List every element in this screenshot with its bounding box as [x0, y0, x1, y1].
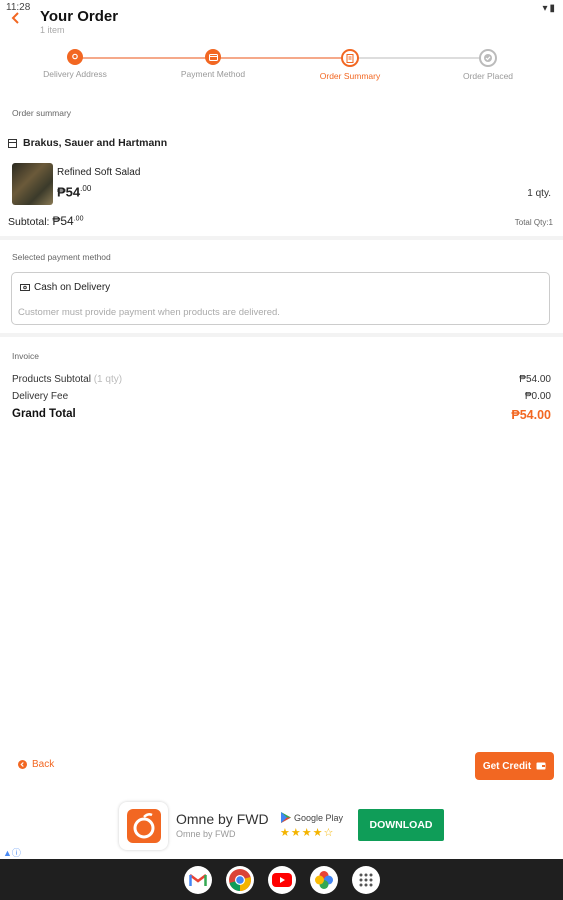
step-label: Delivery Address — [43, 69, 107, 79]
divider — [0, 333, 563, 337]
ad-app-name[interactable]: Omne by FWD — [176, 811, 269, 827]
product-name: Refined Soft Salad — [57, 167, 141, 178]
subtotal: Subtotal: ₱54.00 — [8, 214, 83, 228]
ad-info-icon[interactable]: ▲ⓘ — [3, 846, 21, 859]
check-icon — [479, 49, 497, 67]
product-price-main: ₱54 — [57, 184, 81, 200]
ad-developer: Omne by FWD — [176, 829, 236, 839]
step-label: Payment Method — [180, 69, 246, 79]
order-summary-label: Order summary — [12, 108, 72, 118]
step-label: Order Placed — [462, 71, 514, 81]
step-order-summary: Order Summary — [285, 46, 415, 81]
gmail-icon[interactable] — [183, 865, 212, 894]
chevron-left-circle-icon — [18, 760, 27, 769]
total-qty: Total Qty:1 — [514, 218, 553, 227]
ad-app-logo[interactable] — [119, 802, 168, 850]
step-order-placed: Order Placed — [423, 46, 553, 81]
step-delivery-address: Delivery Address — [10, 46, 140, 79]
grand-total-label: Grand Total — [12, 408, 76, 420]
status-icons: ▾▮ — [542, 3, 557, 14]
google-play-badge: Google Play — [281, 812, 343, 823]
chrome-icon[interactable] — [225, 865, 254, 894]
subtotal-cents: .00 — [73, 215, 84, 223]
youtube-icon[interactable] — [267, 865, 296, 894]
back-arrow-icon[interactable] — [8, 10, 24, 26]
product-price-cents: .00 — [80, 184, 92, 193]
products-subtotal-label: Products Subtotal — [12, 374, 91, 385]
card-icon — [205, 49, 221, 65]
taskbar — [0, 859, 563, 900]
get-credit-button[interactable]: Get Credit — [475, 752, 554, 780]
get-credit-label: Get Credit — [482, 760, 532, 772]
battery-icon: ▮ — [549, 3, 557, 14]
delivery-fee-value: ₱0.00 — [524, 391, 551, 402]
ad-rating-stars: ★★★★☆ — [280, 827, 335, 839]
receipt-icon — [341, 49, 359, 67]
step-payment-method: Payment Method — [148, 46, 278, 79]
item-count: 1 item — [40, 25, 65, 35]
delivery-fee-label: Delivery Fee — [12, 391, 69, 402]
payment-method-label: Selected payment method — [12, 252, 111, 262]
back-button[interactable]: Back — [18, 759, 54, 770]
store-icon — [8, 138, 17, 148]
photos-icon[interactable] — [309, 865, 338, 894]
invoice-label: Invoice — [12, 351, 39, 361]
products-subtotal-row: Products Subtotal (1 qty) ₱54.00 — [12, 374, 551, 385]
products-subtotal-value: ₱54.00 — [519, 374, 551, 385]
products-subtotal-label-group: Products Subtotal (1 qty) — [12, 374, 122, 385]
store-name: Brakus, Sauer and Hartmann — [8, 137, 167, 149]
store-name-text: Brakus, Sauer and Hartmann — [23, 137, 168, 149]
cash-icon — [20, 284, 30, 291]
page-title: Your Order — [40, 8, 119, 25]
grand-total-row: Grand Total ₱54.00 — [12, 408, 551, 422]
payment-method-card: Cash on Delivery Customer must provide p… — [11, 272, 550, 325]
ad-download-button[interactable]: DOWNLOAD — [358, 809, 444, 841]
location-icon — [67, 49, 83, 65]
grand-total-value: ₱54.00 — [511, 408, 551, 422]
google-play-icon — [281, 812, 291, 823]
payment-method-description: Customer must provide payment when produ… — [18, 307, 280, 318]
back-button-label: Back — [32, 759, 55, 770]
product-thumbnail — [12, 163, 53, 205]
google-play-label: Google Play — [294, 812, 344, 823]
wallet-icon — [536, 762, 546, 770]
products-subtotal-qty: (1 qty) — [93, 374, 123, 385]
product-price: ₱54.00 — [57, 184, 91, 199]
omne-logo-icon — [126, 809, 161, 843]
delivery-fee-row: Delivery Fee ₱0.00 — [12, 391, 551, 402]
product-qty: 1 qty. — [527, 188, 551, 199]
payment-method-name: Cash on Delivery — [34, 282, 111, 293]
step-label: Order Summary — [319, 71, 381, 81]
app-drawer-icon[interactable] — [351, 865, 380, 894]
payment-method-title: Cash on Delivery — [20, 282, 110, 293]
divider — [0, 236, 563, 240]
subtotal-amount: ₱54 — [52, 214, 74, 228]
subtotal-label: Subtotal: — [8, 216, 50, 228]
